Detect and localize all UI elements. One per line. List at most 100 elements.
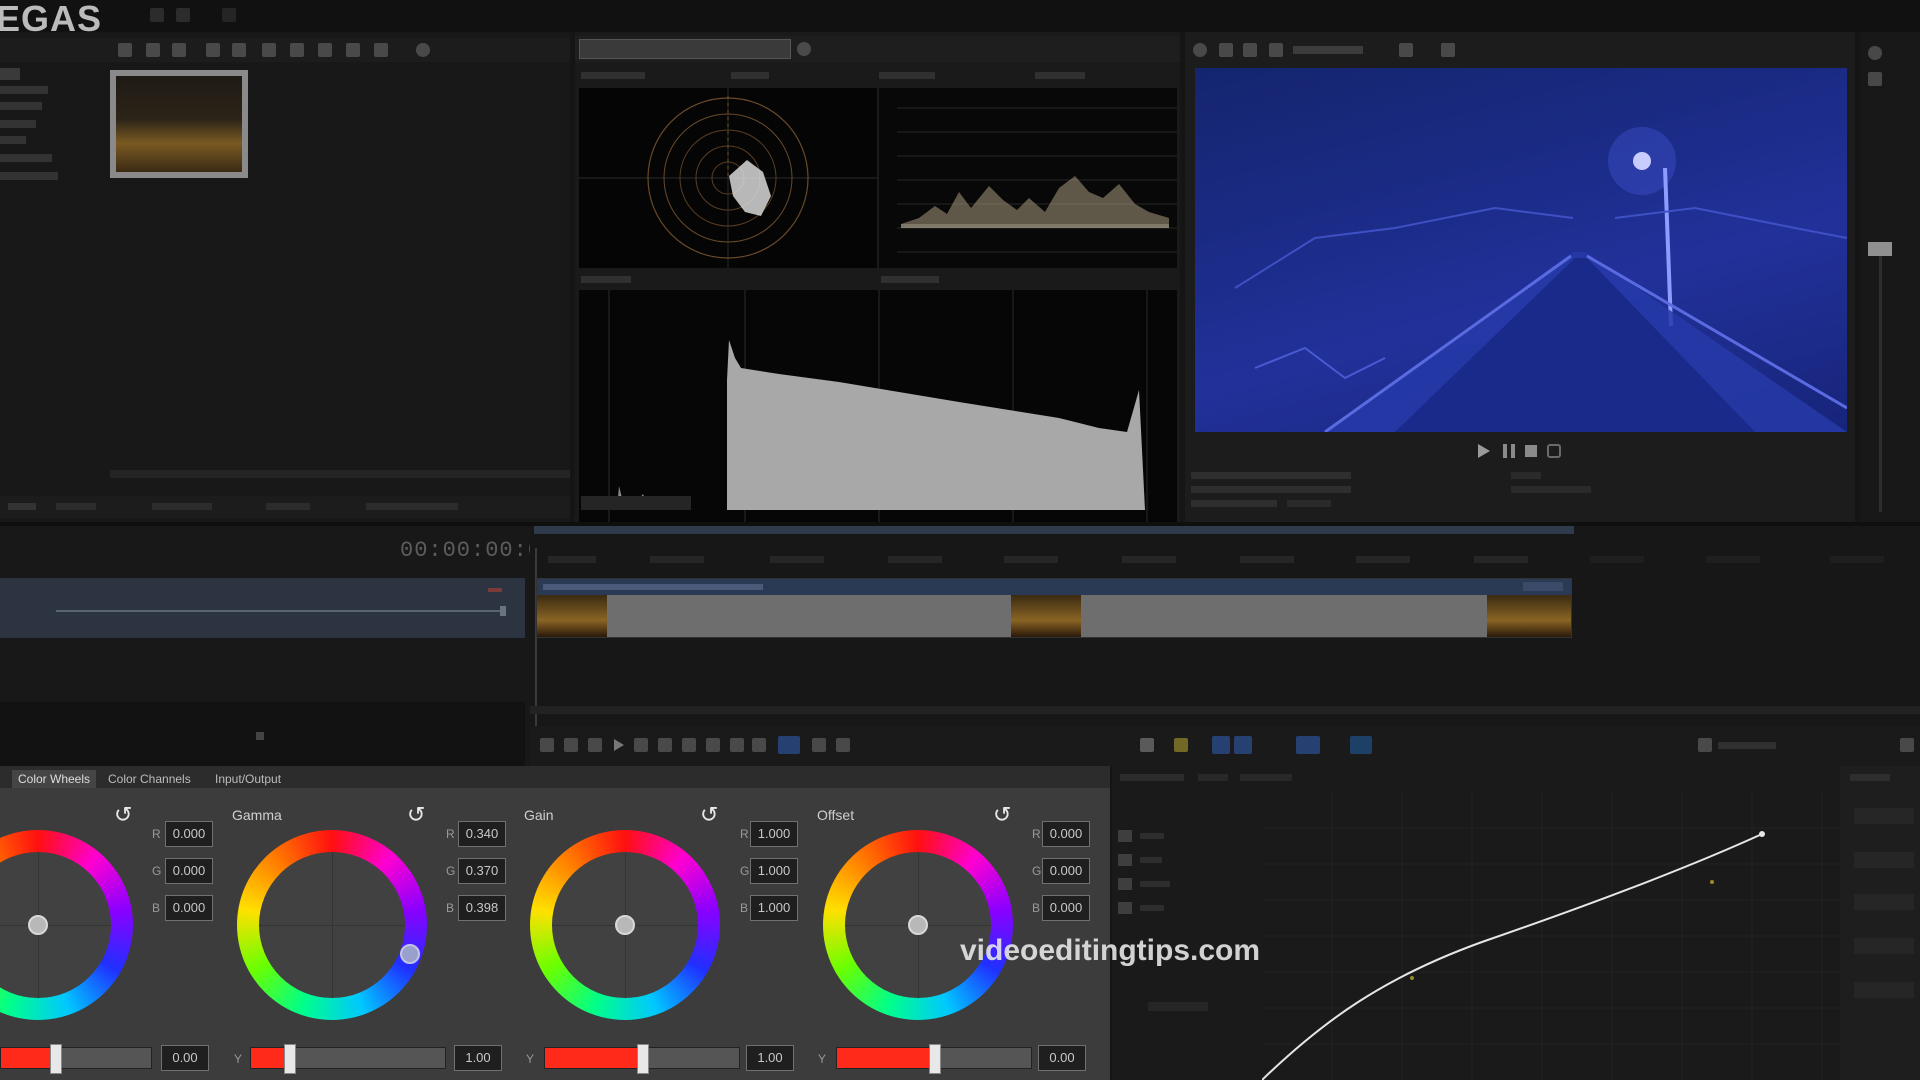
track-scroll-icon[interactable] — [256, 732, 264, 740]
track-level-thumb[interactable] — [500, 606, 506, 616]
menu-icon-2[interactable] — [176, 8, 190, 22]
split-screen-icon[interactable] — [1219, 43, 1233, 57]
prev-frame-icon[interactable] — [730, 738, 744, 752]
gain-b-value[interactable]: 1.000 — [750, 895, 798, 921]
settings-icon[interactable] — [797, 42, 811, 56]
toolbar-icon[interactable] — [262, 43, 276, 57]
toolbar-icon[interactable] — [290, 43, 304, 57]
gain-master-value[interactable]: 1.00 — [746, 1045, 794, 1071]
offset-b-value[interactable]: 0.000 — [1042, 895, 1090, 921]
go-to-end-icon[interactable] — [706, 738, 720, 752]
tab-color-wheels[interactable]: Color Wheels — [12, 770, 97, 788]
play-icon[interactable] — [1478, 444, 1490, 458]
pin-icon[interactable] — [1868, 72, 1882, 86]
gamma-color-wheel[interactable] — [237, 830, 427, 1020]
tab[interactable] — [366, 503, 458, 510]
curve-side-button[interactable] — [1854, 982, 1914, 998]
gain-r-value[interactable]: 1.000 — [750, 821, 798, 847]
toolbar-icon[interactable] — [232, 43, 246, 57]
gamma-slider-thumb[interactable] — [284, 1044, 296, 1074]
media-thumbnail[interactable] — [110, 70, 248, 178]
master-slider-thumb[interactable] — [1868, 242, 1892, 256]
stop-icon[interactable] — [1525, 445, 1537, 457]
play-icon[interactable] — [614, 739, 624, 751]
gain-slider-thumb[interactable] — [637, 1044, 649, 1074]
toolbar-icon[interactable] — [206, 43, 220, 57]
folder-item[interactable] — [0, 172, 58, 180]
zoom-icon[interactable] — [1698, 738, 1712, 752]
toolbar-icon[interactable] — [374, 43, 388, 57]
lift-slider-thumb[interactable] — [50, 1044, 62, 1074]
lift-wheel-handle[interactable] — [28, 915, 48, 935]
folder-item[interactable] — [0, 136, 26, 144]
lift-reset-icon[interactable]: ↺ — [114, 804, 132, 826]
tab-hsl[interactable] — [1198, 774, 1228, 781]
curve-auto-button[interactable] — [1148, 1002, 1208, 1011]
grid-icon[interactable] — [1399, 43, 1413, 57]
video-event-clip[interactable] — [536, 578, 1572, 638]
offset-slider-thumb[interactable] — [929, 1044, 941, 1074]
tab-color-channels[interactable]: Color Channels — [108, 772, 191, 786]
preview-settings-icon[interactable] — [1193, 43, 1207, 57]
gamma-r-value[interactable]: 0.340 — [458, 821, 506, 847]
tab[interactable] — [152, 503, 212, 510]
menu-icon[interactable] — [150, 8, 164, 22]
snapshot-icon[interactable] — [1269, 43, 1283, 57]
gamma-master-value[interactable]: 1.00 — [454, 1045, 502, 1071]
offset-reset-icon[interactable]: ↺ — [993, 804, 1011, 826]
go-to-start-icon[interactable] — [682, 738, 696, 752]
checkbox-rgb[interactable] — [1118, 830, 1132, 842]
gamma-wheel-handle[interactable] — [400, 944, 420, 964]
gain-master-slider[interactable] — [544, 1044, 740, 1074]
folder-item[interactable] — [0, 154, 52, 162]
offset-master-slider[interactable] — [836, 1044, 1032, 1074]
record-icon[interactable] — [540, 738, 554, 752]
play-from-start-icon[interactable] — [588, 738, 602, 752]
folder-item[interactable] — [0, 68, 20, 80]
master-level-slider[interactable] — [1879, 252, 1882, 512]
lock-icon[interactable] — [1140, 738, 1154, 752]
cut-icon[interactable] — [1296, 736, 1320, 754]
gain-color-wheel[interactable] — [530, 830, 720, 1020]
tab-color-curves[interactable] — [1120, 774, 1184, 781]
lift-master-value[interactable]: 0.00 — [161, 1045, 209, 1071]
snap-icon[interactable] — [812, 738, 826, 752]
expand-icon[interactable] — [1900, 738, 1914, 752]
lift-g-value[interactable]: 0.000 — [165, 858, 213, 884]
grid-icon[interactable] — [1212, 736, 1230, 754]
copy-icon[interactable] — [1441, 43, 1455, 57]
edit-mode-icon[interactable] — [778, 736, 800, 754]
stop-icon[interactable] — [658, 738, 672, 752]
toolbar-icon[interactable] — [318, 43, 332, 57]
lift-master-slider[interactable] — [0, 1044, 152, 1074]
track-level-slider[interactable] — [56, 610, 506, 612]
pause-icon[interactable] — [1503, 444, 1515, 458]
loop-icon[interactable] — [564, 738, 578, 752]
menu-icon-3[interactable] — [222, 8, 236, 22]
video-track-header[interactable] — [0, 578, 525, 638]
auto-ripple-icon[interactable] — [1174, 738, 1188, 752]
toolbar-icon[interactable] — [172, 43, 186, 57]
toolbar-icon[interactable] — [346, 43, 360, 57]
folder-item[interactable] — [0, 120, 36, 128]
tab-input-output[interactable]: Input/Output — [215, 772, 281, 786]
loop-icon[interactable] — [1547, 444, 1561, 458]
lift-b-value[interactable]: 0.000 — [165, 895, 213, 921]
gamma-master-slider[interactable] — [250, 1044, 446, 1074]
gain-reset-icon[interactable]: ↺ — [700, 804, 718, 826]
checkbox-red[interactable] — [1118, 854, 1132, 866]
fx-icon[interactable] — [1350, 736, 1372, 754]
offset-r-value[interactable]: 0.000 — [1042, 821, 1090, 847]
overlay-icon[interactable] — [1243, 43, 1257, 57]
toolbar-icon[interactable] — [146, 43, 160, 57]
gamma-b-value[interactable]: 0.398 — [458, 895, 506, 921]
curve-side-button[interactable] — [1854, 894, 1914, 910]
checkbox-green[interactable] — [1118, 878, 1132, 890]
search-icon[interactable] — [416, 43, 430, 57]
gain-wheel-handle[interactable] — [615, 915, 635, 935]
info-icon[interactable] — [1868, 46, 1882, 60]
lift-r-value[interactable]: 0.000 — [165, 821, 213, 847]
curve-side-button[interactable] — [1854, 808, 1914, 824]
tab[interactable] — [56, 503, 96, 510]
offset-g-value[interactable]: 0.000 — [1042, 858, 1090, 884]
